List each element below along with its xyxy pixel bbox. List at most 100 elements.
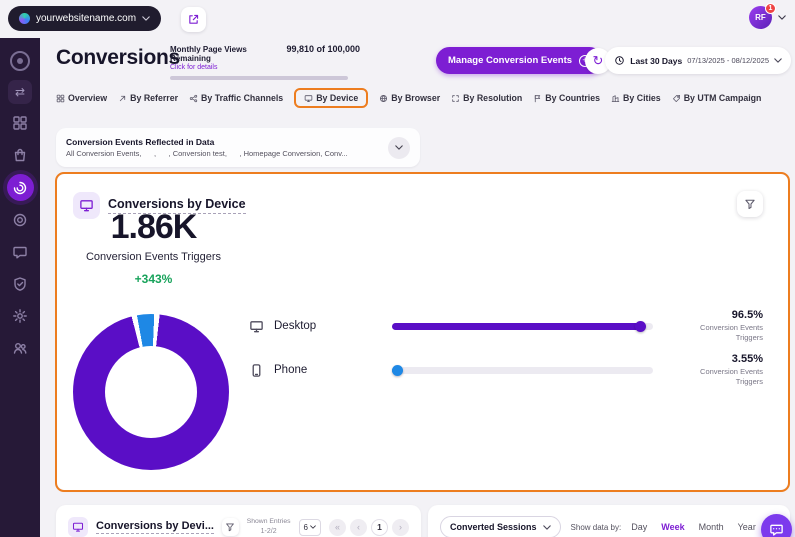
- period-toggle: Day Week Month Year: [631, 522, 756, 532]
- target-icon: [12, 212, 28, 228]
- tab-by-traffic-channels[interactable]: By Traffic Channels: [189, 93, 283, 103]
- sidebar-item-feedback[interactable]: [7, 239, 33, 265]
- period-week[interactable]: Week: [661, 522, 684, 532]
- tab-label: By Referrer: [130, 93, 178, 103]
- chevron-down-icon: [543, 525, 551, 530]
- pagination-next-button[interactable]: ›: [392, 519, 409, 536]
- period-day[interactable]: Day: [631, 522, 647, 532]
- site-logo-icon: [19, 13, 30, 24]
- phone-progress-bar[interactable]: [392, 367, 653, 374]
- phone-percent-sublabel: Conversion Events Triggers: [671, 367, 763, 387]
- banner-subtitle: All Conversion Events, , , Conversion te…: [66, 149, 382, 158]
- resolution-icon: [451, 94, 460, 103]
- manage-button-label: Manage Conversion Events: [448, 55, 572, 66]
- pagination: « ‹ 1 ›: [329, 519, 409, 536]
- pagination-first-button[interactable]: «: [329, 519, 346, 536]
- support-chat-button[interactable]: [761, 514, 792, 537]
- device-card-icon: [68, 517, 88, 537]
- show-data-by-label: Show data by:: [571, 523, 622, 532]
- quota-label: Monthly Page Views Remaining: [170, 45, 277, 63]
- page-size-value: 6: [304, 523, 308, 532]
- tab-label: By Traffic Channels: [201, 93, 283, 103]
- chat-bubble-icon: [769, 522, 784, 537]
- tab-label: By Resolution: [463, 93, 522, 103]
- share-nodes-icon: [189, 94, 198, 103]
- chevron-down-icon: [395, 145, 403, 150]
- sidebar-item-settings[interactable]: [7, 303, 33, 329]
- share-button[interactable]: [181, 7, 206, 32]
- report-tabs: Overview By Referrer By Traffic Channels…: [56, 84, 761, 112]
- metric-select-value: Converted Sessions: [450, 522, 537, 532]
- sidebar-item-behavior[interactable]: [7, 207, 33, 233]
- date-range-picker[interactable]: Last 30 Days 07/13/2025 - 08/12/2025: [605, 47, 791, 74]
- grid-icon: [56, 94, 65, 103]
- date-range-value: 07/13/2025 - 08/12/2025: [687, 56, 769, 65]
- chevron-down-icon: [142, 16, 150, 21]
- filter-button[interactable]: [222, 518, 239, 536]
- tab-overview[interactable]: Overview: [56, 93, 107, 103]
- sidebar-item-account[interactable]: [7, 335, 33, 361]
- buildings-icon: [611, 94, 620, 103]
- tab-by-browser[interactable]: By Browser: [379, 93, 440, 103]
- page-title: Conversions: [56, 46, 180, 70]
- collapse-sidebar-button[interactable]: ⇄: [8, 80, 32, 104]
- page-size-select[interactable]: 6: [299, 519, 321, 536]
- manage-conversion-events-button[interactable]: Manage Conversion Events +: [436, 47, 603, 74]
- legend-row-phone: Phone 3.55% Conversion Events Triggers: [247, 349, 763, 391]
- desktop-progress-fill: [392, 323, 644, 330]
- legend-label: Desktop: [274, 320, 392, 332]
- metric-select[interactable]: Converted Sessions: [440, 516, 561, 537]
- tag-icon: [672, 94, 681, 103]
- flag-icon: [533, 94, 542, 103]
- gear-icon: [12, 308, 28, 324]
- metric-value: 1.86K: [71, 208, 236, 247]
- chevron-down-icon[interactable]: [778, 15, 786, 20]
- arrow-up-right-icon: [118, 94, 127, 103]
- tab-by-device[interactable]: By Device: [294, 88, 368, 108]
- collapse-icon: ⇄: [15, 86, 25, 98]
- desktop-progress-bar[interactable]: [392, 323, 653, 330]
- tab-by-countries[interactable]: By Countries: [533, 93, 600, 103]
- conversion-events-banner: Conversion Events Reflected in Data All …: [56, 128, 420, 167]
- period-year[interactable]: Year: [738, 522, 756, 532]
- funnel-icon: [225, 522, 235, 532]
- shown-entries-label: Shown Entries: [247, 518, 291, 527]
- page-views-quota: Monthly Page Views Remaining 99,810 of 1…: [170, 44, 360, 80]
- conversions-donut-chart[interactable]: [73, 314, 229, 470]
- site-name-label: yourwebsitename.com: [36, 13, 136, 24]
- date-range-label: Last 30 Days: [630, 56, 682, 66]
- sidebar-item-ecommerce[interactable]: [7, 142, 33, 168]
- site-selector[interactable]: yourwebsitename.com: [8, 6, 161, 31]
- pagination-prev-button[interactable]: ‹: [350, 519, 367, 536]
- desktop-percent: 96.5%: [671, 309, 763, 321]
- tab-label: By Countries: [545, 93, 600, 103]
- card-title[interactable]: Conversions by Devi...: [96, 520, 214, 534]
- period-month[interactable]: Month: [699, 522, 724, 532]
- sidebar-item-dashboard[interactable]: [7, 110, 33, 136]
- legend-row-desktop: Desktop 96.5% Conversion Events Triggers: [247, 305, 763, 347]
- desktop-percent-sublabel: Conversion Events Triggers: [671, 323, 763, 343]
- phone-percent: 3.55%: [671, 353, 763, 365]
- tab-by-utm-campaign[interactable]: By UTM Campaign: [672, 93, 762, 103]
- banner-expand-button[interactable]: [388, 137, 410, 159]
- funnel-icon: [744, 198, 756, 210]
- tab-label: By Cities: [623, 93, 661, 103]
- dashboard-icon: [12, 115, 28, 131]
- notification-badge: 1: [765, 3, 776, 14]
- app-root: yourwebsitename.com RF 1 ⇄: [0, 0, 795, 537]
- quota-details-link[interactable]: Click for details: [170, 64, 360, 71]
- sidebar-item-privacy[interactable]: [7, 271, 33, 297]
- chevron-down-icon: [774, 58, 782, 63]
- tab-by-referrer[interactable]: By Referrer: [118, 93, 178, 103]
- globe-icon: [379, 94, 388, 103]
- sidebar-item-conversions[interactable]: [7, 174, 34, 201]
- data-controls-card: Converted Sessions Show data by: Day Wee…: [428, 505, 790, 537]
- tab-by-resolution[interactable]: By Resolution: [451, 93, 522, 103]
- monitor-icon: [304, 94, 313, 103]
- desktop-icon: [247, 319, 265, 334]
- pagination-current-page[interactable]: 1: [371, 519, 388, 536]
- banner-title: Conversion Events Reflected in Data: [66, 137, 382, 147]
- tab-label: By UTM Campaign: [684, 93, 762, 103]
- filter-button[interactable]: [737, 191, 763, 217]
- tab-by-cities[interactable]: By Cities: [611, 93, 661, 103]
